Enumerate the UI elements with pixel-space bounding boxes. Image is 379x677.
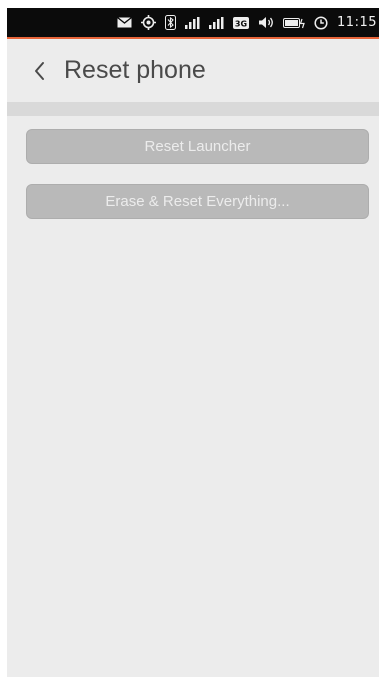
status-bar: 3G 11:15 bbox=[7, 8, 379, 37]
volume-icon bbox=[258, 16, 274, 29]
header-divider bbox=[7, 102, 379, 116]
signal-icon bbox=[209, 16, 224, 29]
chevron-left-icon bbox=[35, 62, 44, 80]
gps-icon bbox=[141, 15, 157, 30]
3g-badge-text: 3G bbox=[235, 19, 247, 28]
signal-icon bbox=[185, 16, 200, 29]
back-button[interactable] bbox=[31, 59, 51, 83]
page-header: Reset phone bbox=[7, 39, 379, 102]
page-title: Reset phone bbox=[64, 56, 206, 84]
mail-icon bbox=[117, 17, 132, 28]
3g-icon: 3G bbox=[233, 16, 250, 29]
reset-launcher-button[interactable]: Reset Launcher bbox=[26, 129, 369, 164]
erase-reset-everything-button[interactable]: Erase & Reset Everything... bbox=[26, 184, 369, 219]
alarm-icon bbox=[314, 15, 328, 30]
bluetooth-icon bbox=[165, 15, 177, 30]
battery-icon bbox=[283, 17, 305, 29]
status-time: 11:15 bbox=[337, 15, 377, 30]
phone-screen: 3G 11:15 Reset phone Reset Launcher Eras… bbox=[7, 8, 379, 677]
